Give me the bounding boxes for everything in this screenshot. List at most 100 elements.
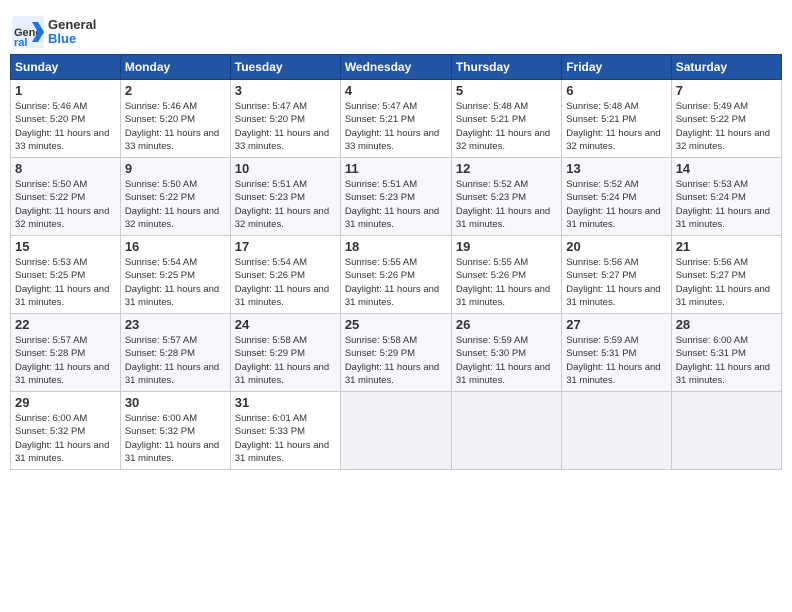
day-number: 24	[235, 317, 336, 332]
day-number: 21	[676, 239, 777, 254]
day-number: 18	[345, 239, 447, 254]
logo: Gene ral General Blue	[10, 10, 96, 50]
logo-blue: Blue	[48, 32, 96, 46]
table-row: 20 Sunrise: 5:56 AMSunset: 5:27 PMDayligh…	[562, 236, 671, 314]
day-number: 5	[456, 83, 557, 98]
day-number: 23	[125, 317, 226, 332]
table-row: 23 Sunrise: 5:57 AMSunset: 5:28 PMDayligh…	[120, 314, 230, 392]
day-info: Sunrise: 5:54 AMSunset: 5:26 PMDaylight:…	[235, 256, 336, 309]
calendar-table: Sunday Monday Tuesday Wednesday Thursday…	[10, 54, 782, 470]
table-row: 18 Sunrise: 5:55 AMSunset: 5:26 PMDayligh…	[340, 236, 451, 314]
table-row: 14Sunrise: 5:53 AMSunset: 5:24 PMDayligh…	[671, 158, 781, 236]
calendar-week-row: 22 Sunrise: 5:57 AMSunset: 5:28 PMDayligh…	[11, 314, 782, 392]
day-info: Sunrise: 5:48 AMSunset: 5:21 PMDaylight:…	[456, 100, 557, 153]
table-row: 13 Sunrise: 5:52 AMSunset: 5:24 PMDayligh…	[562, 158, 671, 236]
day-number: 1	[15, 83, 116, 98]
day-number: 20	[566, 239, 666, 254]
table-row: 21 Sunrise: 5:56 AMSunset: 5:27 PMDayligh…	[671, 236, 781, 314]
day-info: Sunrise: 5:56 AMSunset: 5:27 PMDaylight:…	[676, 256, 777, 309]
logo-icon: Gene ral	[10, 14, 46, 50]
day-info: Sunrise: 5:58 AMSunset: 5:29 PMDaylight:…	[345, 334, 447, 387]
day-info: Sunrise: 5:55 AMSunset: 5:26 PMDaylight:…	[456, 256, 557, 309]
day-info: Sunrise: 5:51 AMSunset: 5:23 PMDaylight:…	[235, 178, 336, 231]
calendar-week-row: 29 Sunrise: 6:00 AMSunset: 5:32 PMDayligh…	[11, 392, 782, 470]
table-row: 9Sunrise: 5:50 AMSunset: 5:22 PMDaylight…	[120, 158, 230, 236]
calendar-week-row: 1 Sunrise: 5:46 AMSunset: 5:20 PMDaylight…	[11, 80, 782, 158]
day-info: Sunrise: 6:00 AMSunset: 5:32 PMDaylight:…	[125, 412, 226, 465]
day-info: Sunrise: 5:57 AMSunset: 5:28 PMDaylight:…	[125, 334, 226, 387]
day-number: 8	[15, 161, 116, 176]
table-row: 15 Sunrise: 5:53 AMSunset: 5:25 PMDayligh…	[11, 236, 121, 314]
day-info: Sunrise: 5:56 AMSunset: 5:27 PMDaylight:…	[566, 256, 666, 309]
day-number: 12	[456, 161, 557, 176]
day-number: 25	[345, 317, 447, 332]
day-info: Sunrise: 5:53 AMSunset: 5:24 PMDaylight:…	[676, 178, 777, 231]
day-info: Sunrise: 5:53 AMSunset: 5:25 PMDaylight:…	[15, 256, 116, 309]
day-number: 29	[15, 395, 116, 410]
table-row	[671, 392, 781, 470]
day-info: Sunrise: 5:47 AMSunset: 5:20 PMDaylight:…	[235, 100, 336, 153]
col-wednesday: Wednesday	[340, 55, 451, 80]
day-number: 13	[566, 161, 666, 176]
day-number: 2	[125, 83, 226, 98]
col-sunday: Sunday	[11, 55, 121, 80]
table-row: 10 Sunrise: 5:51 AMSunset: 5:23 PMDayligh…	[230, 158, 340, 236]
day-number: 28	[676, 317, 777, 332]
day-number: 27	[566, 317, 666, 332]
col-friday: Friday	[562, 55, 671, 80]
calendar-week-row: 8Sunrise: 5:50 AMSunset: 5:22 PMDaylight…	[11, 158, 782, 236]
calendar-week-row: 15 Sunrise: 5:53 AMSunset: 5:25 PMDayligh…	[11, 236, 782, 314]
table-row: 6Sunrise: 5:48 AMSunset: 5:21 PMDaylight…	[562, 80, 671, 158]
day-info: Sunrise: 5:54 AMSunset: 5:25 PMDaylight:…	[125, 256, 226, 309]
table-row: 1 Sunrise: 5:46 AMSunset: 5:20 PMDaylight…	[11, 80, 121, 158]
day-number: 3	[235, 83, 336, 98]
day-info: Sunrise: 5:58 AMSunset: 5:29 PMDaylight:…	[235, 334, 336, 387]
table-row: 2 Sunrise: 5:46 AMSunset: 5:20 PMDaylight…	[120, 80, 230, 158]
day-info: Sunrise: 5:46 AMSunset: 5:20 PMDaylight:…	[125, 100, 226, 153]
day-info: Sunrise: 5:57 AMSunset: 5:28 PMDaylight:…	[15, 334, 116, 387]
table-row: 22 Sunrise: 5:57 AMSunset: 5:28 PMDayligh…	[11, 314, 121, 392]
day-number: 9	[125, 161, 226, 176]
col-monday: Monday	[120, 55, 230, 80]
col-tuesday: Tuesday	[230, 55, 340, 80]
day-info: Sunrise: 5:55 AMSunset: 5:26 PMDaylight:…	[345, 256, 447, 309]
day-info: Sunrise: 5:46 AMSunset: 5:20 PMDaylight:…	[15, 100, 116, 153]
table-row: 19 Sunrise: 5:55 AMSunset: 5:26 PMDayligh…	[451, 236, 561, 314]
day-info: Sunrise: 6:00 AMSunset: 5:32 PMDaylight:…	[15, 412, 116, 465]
day-number: 10	[235, 161, 336, 176]
calendar-header-row: Sunday Monday Tuesday Wednesday Thursday…	[11, 55, 782, 80]
day-number: 6	[566, 83, 666, 98]
col-saturday: Saturday	[671, 55, 781, 80]
day-info: Sunrise: 6:00 AMSunset: 5:31 PMDaylight:…	[676, 334, 777, 387]
table-row: 26 Sunrise: 5:59 AMSunset: 5:30 PMDayligh…	[451, 314, 561, 392]
day-number: 30	[125, 395, 226, 410]
day-info: Sunrise: 5:59 AMSunset: 5:30 PMDaylight:…	[456, 334, 557, 387]
table-row: 25 Sunrise: 5:58 AMSunset: 5:29 PMDayligh…	[340, 314, 451, 392]
table-row: 27 Sunrise: 5:59 AMSunset: 5:31 PMDayligh…	[562, 314, 671, 392]
day-info: Sunrise: 5:59 AMSunset: 5:31 PMDaylight:…	[566, 334, 666, 387]
table-row: 7 Sunrise: 5:49 AMSunset: 5:22 PMDaylight…	[671, 80, 781, 158]
table-row: 11 Sunrise: 5:51 AMSunset: 5:23 PMDayligh…	[340, 158, 451, 236]
day-number: 4	[345, 83, 447, 98]
day-info: Sunrise: 5:49 AMSunset: 5:22 PMDaylight:…	[676, 100, 777, 153]
day-number: 22	[15, 317, 116, 332]
table-row	[562, 392, 671, 470]
day-number: 26	[456, 317, 557, 332]
day-number: 11	[345, 161, 447, 176]
day-number: 19	[456, 239, 557, 254]
day-info: Sunrise: 5:51 AMSunset: 5:23 PMDaylight:…	[345, 178, 447, 231]
table-row: 17 Sunrise: 5:54 AMSunset: 5:26 PMDayligh…	[230, 236, 340, 314]
day-number: 16	[125, 239, 226, 254]
day-info: Sunrise: 5:47 AMSunset: 5:21 PMDaylight:…	[345, 100, 447, 153]
table-row	[451, 392, 561, 470]
table-row: 16 Sunrise: 5:54 AMSunset: 5:25 PMDayligh…	[120, 236, 230, 314]
table-row	[340, 392, 451, 470]
day-number: 15	[15, 239, 116, 254]
day-number: 17	[235, 239, 336, 254]
table-row: 5 Sunrise: 5:48 AMSunset: 5:21 PMDaylight…	[451, 80, 561, 158]
table-row: 8Sunrise: 5:50 AMSunset: 5:22 PMDaylight…	[11, 158, 121, 236]
day-info: Sunrise: 5:52 AMSunset: 5:24 PMDaylight:…	[566, 178, 666, 231]
table-row: 4 Sunrise: 5:47 AMSunset: 5:21 PMDaylight…	[340, 80, 451, 158]
table-row: 3 Sunrise: 5:47 AMSunset: 5:20 PMDaylight…	[230, 80, 340, 158]
day-number: 7	[676, 83, 777, 98]
